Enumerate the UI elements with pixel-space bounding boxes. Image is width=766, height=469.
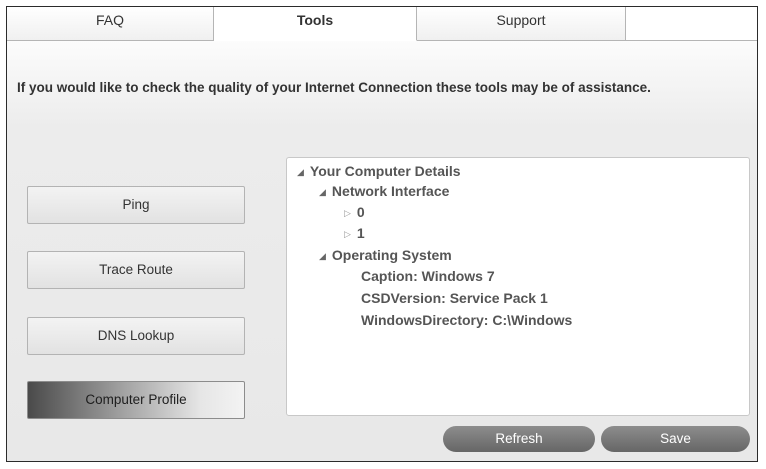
tree-leaf-caption: Caption: Windows 7 — [361, 268, 495, 284]
tree-node-label: Network Interface — [331, 183, 450, 199]
expanded-arrow-icon[interactable]: ◢ — [297, 167, 304, 177]
expanded-arrow-icon[interactable]: ◢ — [319, 251, 326, 261]
refresh-button[interactable]: Refresh — [443, 426, 595, 452]
tree-node-root[interactable]: ◢ Your Computer Details — [297, 162, 461, 181]
tree-node-label: 1 — [356, 225, 365, 241]
save-button[interactable]: Save — [601, 426, 750, 452]
tab-bar: FAQ Tools Support — [7, 7, 757, 41]
tab-tools[interactable]: Tools — [214, 7, 417, 41]
tab-faq[interactable]: FAQ — [7, 7, 214, 41]
tree-node-interface-0[interactable]: ▷ 0 — [344, 203, 365, 222]
tab-support[interactable]: Support — [417, 7, 626, 41]
collapsed-arrow-icon[interactable]: ▷ — [344, 229, 351, 239]
computer-profile-button[interactable]: Computer Profile — [27, 381, 245, 419]
expanded-arrow-icon[interactable]: ◢ — [319, 187, 326, 197]
trace-route-button[interactable]: Trace Route — [27, 251, 245, 289]
tree-node-label: Your Computer Details — [309, 163, 461, 179]
tree-node-label: Operating System — [331, 247, 452, 263]
ping-button[interactable]: Ping — [27, 186, 245, 224]
computer-details-tree: ◢ Your Computer Details ◢ Network Interfac… — [286, 157, 750, 416]
tools-panel: FAQ Tools Support If you would like to c… — [6, 6, 758, 462]
tree-node-network-interface[interactable]: ◢ Network Interface — [319, 182, 449, 201]
intro-text: If you would like to check the quality o… — [17, 80, 651, 95]
tree-node-operating-system[interactable]: ◢ Operating System — [319, 246, 452, 265]
dns-lookup-button[interactable]: DNS Lookup — [27, 317, 245, 355]
collapsed-arrow-icon[interactable]: ▷ — [344, 208, 351, 218]
tree-node-interface-1[interactable]: ▷ 1 — [344, 224, 365, 243]
tree-leaf-windows-directory: WindowsDirectory: C:\Windows — [361, 312, 573, 328]
tab-bar-filler — [626, 7, 757, 41]
tree-leaf-csd-version: CSDVersion: Service Pack 1 — [361, 290, 548, 306]
tree-node-label: 0 — [356, 204, 365, 220]
